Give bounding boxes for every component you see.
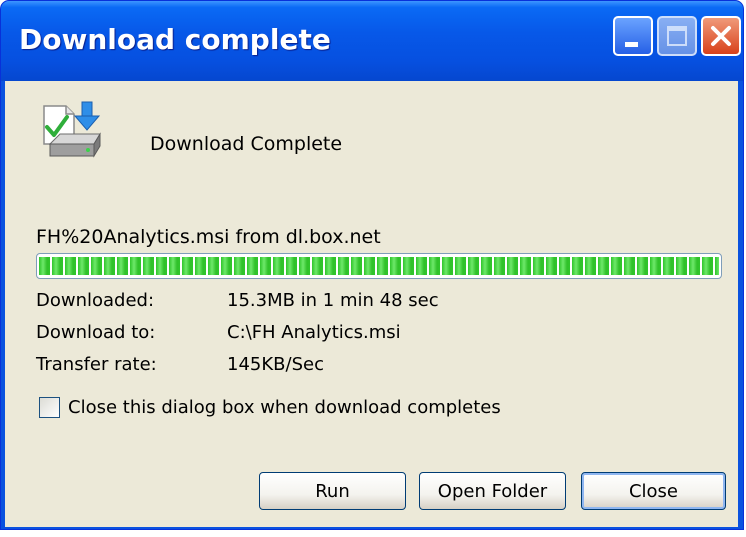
- run-button[interactable]: Run: [259, 472, 406, 510]
- download-to-value: C:\FH Analytics.msi: [227, 322, 401, 343]
- download-source-text: FH%20Analytics.msi from dl.box.net: [36, 226, 381, 248]
- download-to-label: Download to:: [36, 322, 156, 343]
- download-complete-icon: [43, 101, 101, 158]
- transfer-rate-value: 145KB/Sec: [227, 354, 324, 375]
- open-folder-button[interactable]: Open Folder: [419, 472, 566, 510]
- transfer-rate-label: Transfer rate:: [36, 354, 157, 375]
- close-window-button[interactable]: [701, 16, 741, 56]
- downloaded-value: 15.3MB in 1 min 48 sec: [227, 290, 439, 311]
- download-progress-bar: [36, 253, 722, 279]
- download-complete-heading: Download Complete: [150, 133, 343, 155]
- downloaded-label: Downloaded:: [36, 290, 155, 311]
- close-when-complete-label[interactable]: Close this dialog box when download comp…: [68, 397, 501, 418]
- close-icon: [711, 26, 731, 46]
- maximize-icon: [667, 26, 687, 46]
- title-bar[interactable]: Download complete: [1, 1, 743, 81]
- close-when-complete-checkbox[interactable]: [39, 397, 60, 418]
- progress-bar-fill: [39, 257, 719, 275]
- maximize-button: [657, 16, 697, 56]
- window-title: Download complete: [19, 23, 331, 56]
- minimize-icon: [625, 42, 638, 47]
- close-button[interactable]: Close: [581, 472, 726, 510]
- minimize-button[interactable]: [613, 16, 653, 56]
